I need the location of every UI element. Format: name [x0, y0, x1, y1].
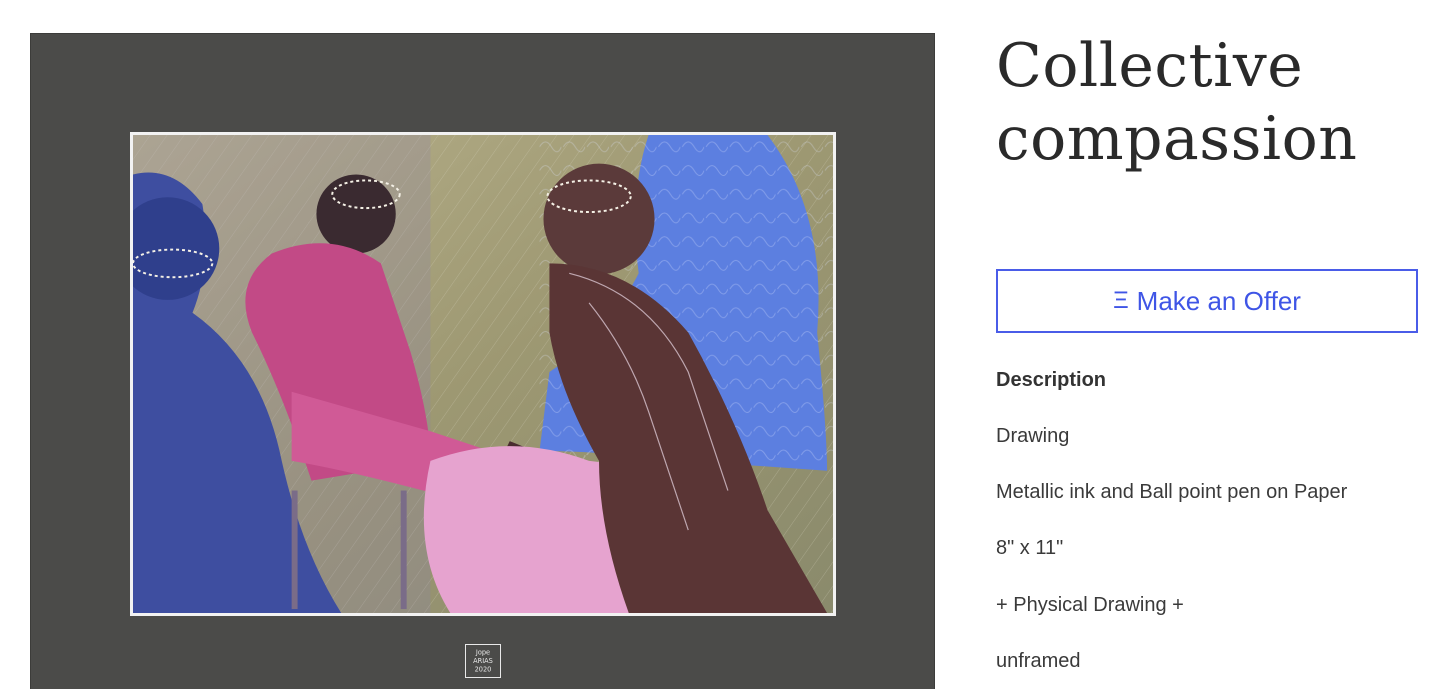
description-heading: Description	[996, 369, 1107, 391]
description-materials: Metallic ink and Ball point pen on Paper	[996, 481, 1348, 503]
title-line-2: compassion	[996, 104, 1358, 174]
description-medium-type: Drawing	[996, 425, 1070, 447]
signature-stamp-icon: Jope ARIAS 2020	[465, 644, 501, 678]
make-offer-button[interactable]: Ξ Make an Offer	[996, 269, 1418, 333]
make-offer-label: Make an Offer	[1136, 285, 1301, 316]
description-edition: + Physical Drawing +	[996, 594, 1184, 616]
title-line-1: Collective	[996, 31, 1304, 101]
artwork-page: Jope ARIAS 2020 Collective compassion Ξ …	[0, 0, 1456, 689]
description-framing: unframed	[996, 650, 1081, 672]
page-title: Collective compassion	[996, 30, 1426, 176]
artwork-info: Collective compassion Ξ Make an Offer De…	[996, 30, 1426, 672]
ethereum-icon: Ξ	[1113, 287, 1129, 314]
svg-text:2020: 2020	[475, 665, 492, 673]
artwork-illustration	[133, 135, 833, 613]
artwork-mat: Jope ARIAS 2020	[30, 33, 935, 689]
description-dimensions: 8" x 11"	[996, 537, 1064, 559]
artwork-image[interactable]	[130, 132, 836, 616]
svg-text:Jope: Jope	[475, 648, 490, 656]
svg-text:ARIAS: ARIAS	[473, 657, 493, 665]
